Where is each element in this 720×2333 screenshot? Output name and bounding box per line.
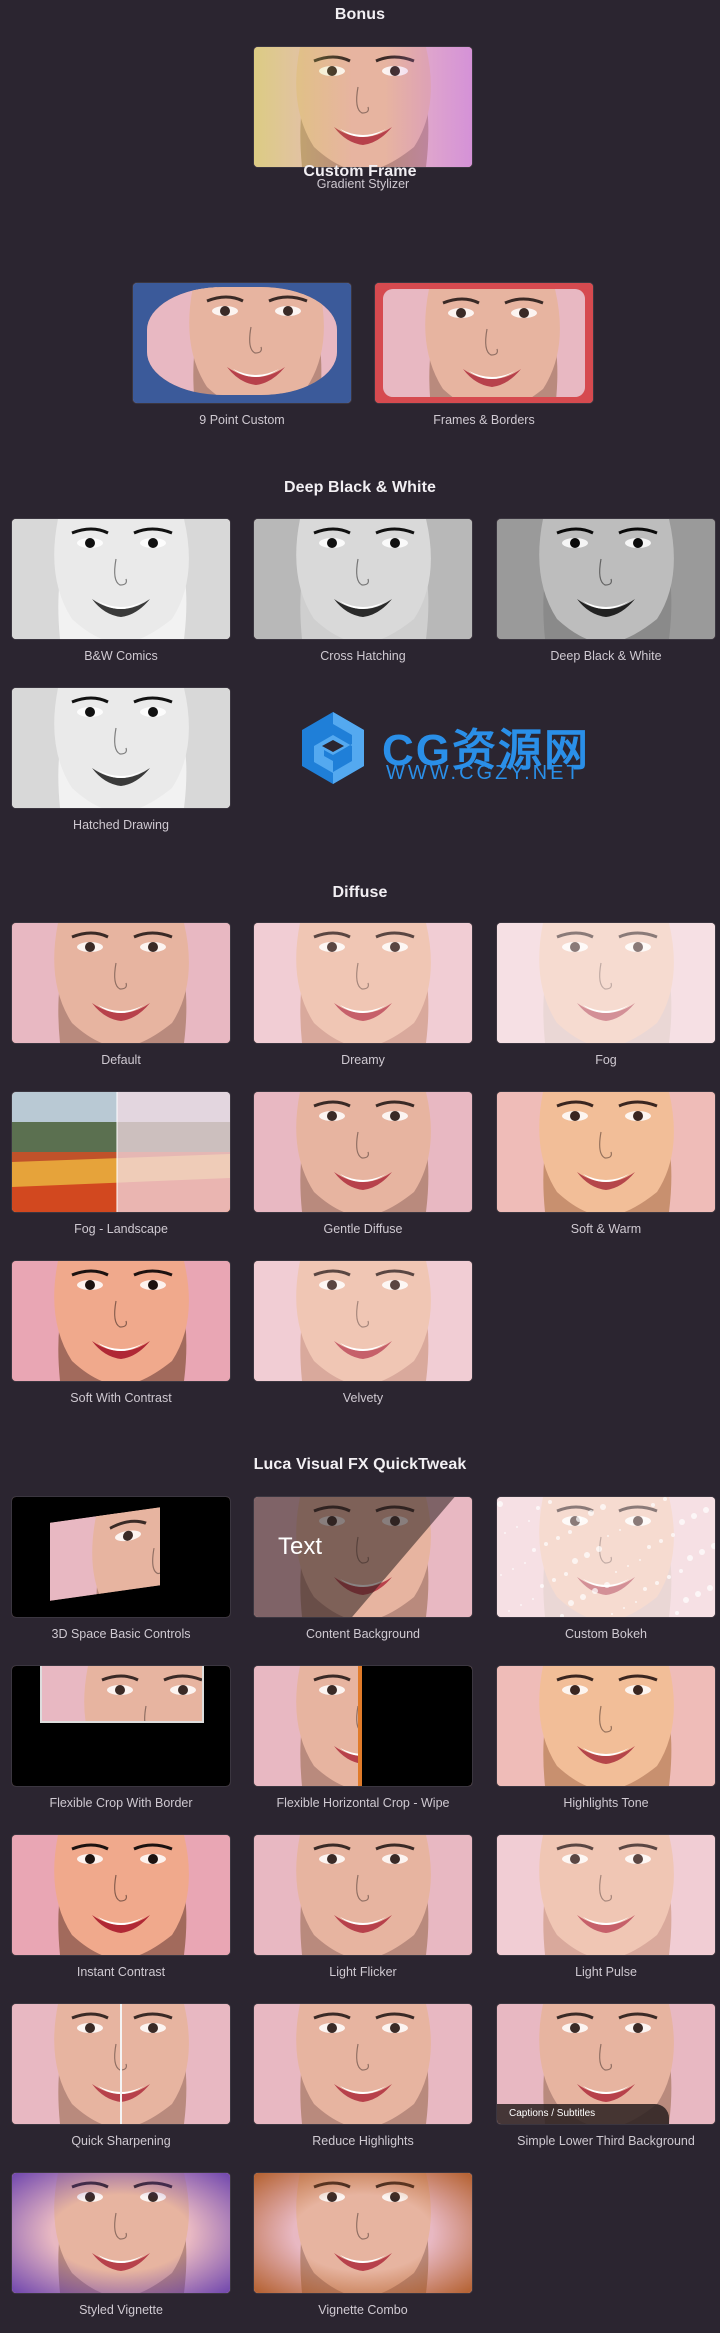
effect-tile[interactable]: Cross Hatching (254, 519, 472, 663)
effect-thumbnail[interactable] (12, 1261, 230, 1381)
effect-tile[interactable]: Velvety (254, 1261, 472, 1405)
effect-thumbnail[interactable] (12, 923, 230, 1043)
effect-tile[interactable]: Default (12, 923, 230, 1067)
effect-thumbnail[interactable] (497, 1666, 715, 1786)
effect-tile[interactable]: B&W Comics (12, 519, 230, 663)
effect-label: Instant Contrast (76, 1965, 166, 1979)
effect-tile[interactable]: Instant Contrast (12, 1835, 230, 1979)
effect-thumbnail[interactable] (133, 283, 351, 403)
effect-label: Hatched Drawing (73, 818, 169, 832)
effect-tile[interactable]: Highlights Tone (497, 1666, 715, 1810)
effect-label: Dreamy (341, 1053, 385, 1067)
effect-thumbnail[interactable] (254, 1666, 472, 1786)
effect-thumbnail[interactable] (12, 1835, 230, 1955)
effect-thumbnail[interactable] (497, 519, 715, 639)
effect-thumbnail[interactable] (497, 1835, 715, 1955)
effect-thumbnail[interactable] (497, 1092, 715, 1212)
effect-tile[interactable]: Reduce Highlights (254, 2004, 472, 2148)
effect-tile[interactable]: Fog (497, 923, 715, 1067)
section-title: Deep Black & White (283, 479, 437, 496)
effect-tile[interactable]: Captions / Subtitles Simple Lower Third B… (497, 2004, 715, 2148)
effect-tile[interactable]: 3D Space Basic Controls (12, 1497, 230, 1641)
watermark: CG资源网 WWW.CGZY.NET (300, 710, 620, 790)
overlay-text: Text (278, 1533, 323, 1560)
caption-bar: Captions / Subtitles (497, 2104, 669, 2124)
effect-label: Vignette Combo (318, 2303, 408, 2317)
effect-label: 3D Space Basic Controls (51, 1627, 191, 1641)
watermark-logo-icon (302, 712, 364, 784)
effect-thumbnail[interactable] (375, 283, 593, 403)
effect-thumbnail[interactable] (12, 1497, 230, 1617)
effect-thumbnail[interactable] (254, 2004, 472, 2124)
effect-label: Custom Bokeh (565, 1627, 647, 1641)
effect-label: Fog - Landscape (74, 1222, 168, 1236)
effect-tile[interactable]: Text Content Background (254, 1497, 472, 1641)
effect-thumbnail[interactable] (12, 2173, 230, 2293)
effect-label: Content Background (306, 1627, 420, 1641)
effect-tile[interactable]: Styled Vignette (12, 2173, 230, 2317)
effect-thumbnail[interactable] (497, 1497, 715, 1617)
effect-label: Highlights Tone (563, 1796, 649, 1810)
effect-thumbnail[interactable] (254, 1092, 472, 1212)
effect-thumbnail[interactable] (254, 1261, 472, 1381)
effect-thumbnail[interactable] (12, 1666, 230, 1786)
effect-label: Fog (595, 1053, 617, 1067)
section-title: Diffuse (332, 884, 388, 901)
watermark-url: WWW.CGZY.NET (386, 762, 582, 784)
effect-label: Reduce Highlights (312, 2134, 414, 2148)
effect-thumbnail[interactable] (254, 923, 472, 1043)
effect-tile[interactable]: Light Pulse (497, 1835, 715, 1979)
effect-label: Cross Hatching (320, 649, 406, 663)
effect-tile[interactable]: Frames & Borders (375, 283, 593, 427)
effect-label: Light Pulse (575, 1965, 637, 1979)
effect-thumbnail[interactable] (254, 519, 472, 639)
effect-label: Quick Sharpening (71, 2134, 171, 2148)
effect-label: Flexible Horizontal Crop - Wipe (276, 1796, 450, 1810)
effect-thumbnail[interactable] (254, 1835, 472, 1955)
effect-thumbnail[interactable] (12, 519, 230, 639)
effect-tile[interactable]: Deep Black & White (497, 519, 715, 663)
effect-tile[interactable]: Custom Bokeh (497, 1497, 715, 1641)
effect-label: Light Flicker (329, 1965, 397, 1979)
section-title: Luca Visual FX QuickTweak (253, 1456, 467, 1473)
effect-label: B&W Comics (84, 649, 158, 663)
effect-label: Flexible Crop With Border (49, 1796, 193, 1810)
effect-label: 9 Point Custom (199, 413, 285, 427)
effect-tile[interactable]: Gentle Diffuse (254, 1092, 472, 1236)
effect-label: Simple Lower Third Background (517, 2134, 695, 2148)
effect-thumbnail[interactable]: Text (254, 1497, 472, 1617)
effect-label: Default (101, 1053, 141, 1067)
effect-tile[interactable]: Fog - Landscape (12, 1092, 230, 1236)
effect-thumbnail[interactable] (12, 1092, 230, 1212)
effect-tile[interactable]: Quick Sharpening (12, 2004, 230, 2148)
effect-label: Soft With Contrast (70, 1391, 172, 1405)
effect-thumbnail[interactable] (254, 47, 472, 167)
effect-label: Styled Vignette (79, 2303, 163, 2317)
effect-label: Frames & Borders (433, 413, 535, 427)
effect-thumbnail[interactable] (254, 2173, 472, 2293)
effect-thumbnail[interactable] (497, 923, 715, 1043)
section-title: Bonus (334, 6, 386, 23)
effect-tile[interactable]: Soft & Warm (497, 1092, 715, 1236)
effect-label: Deep Black & White (550, 649, 662, 663)
effect-label: Soft & Warm (570, 1222, 642, 1236)
effect-label: Gentle Diffuse (323, 1222, 403, 1236)
effect-tile[interactable]: Vignette Combo (254, 2173, 472, 2317)
effect-tile[interactable]: Hatched Drawing (12, 688, 230, 832)
effect-tile[interactable]: Soft With Contrast (12, 1261, 230, 1405)
effect-tile[interactable]: Light Flicker (254, 1835, 472, 1979)
effect-tile[interactable]: 9 Point Custom (133, 283, 351, 427)
effect-tile[interactable]: Dreamy (254, 923, 472, 1067)
effect-tile[interactable]: Flexible Horizontal Crop - Wipe (254, 1666, 472, 1810)
effect-label: Velvety (342, 1391, 384, 1405)
effect-thumbnail[interactable] (12, 688, 230, 808)
effect-thumbnail[interactable] (12, 2004, 230, 2124)
effect-thumbnail[interactable]: Captions / Subtitles (497, 2004, 715, 2124)
effect-tile[interactable]: Flexible Crop With Border (12, 1666, 230, 1810)
section-title: Custom Frame (303, 163, 417, 180)
